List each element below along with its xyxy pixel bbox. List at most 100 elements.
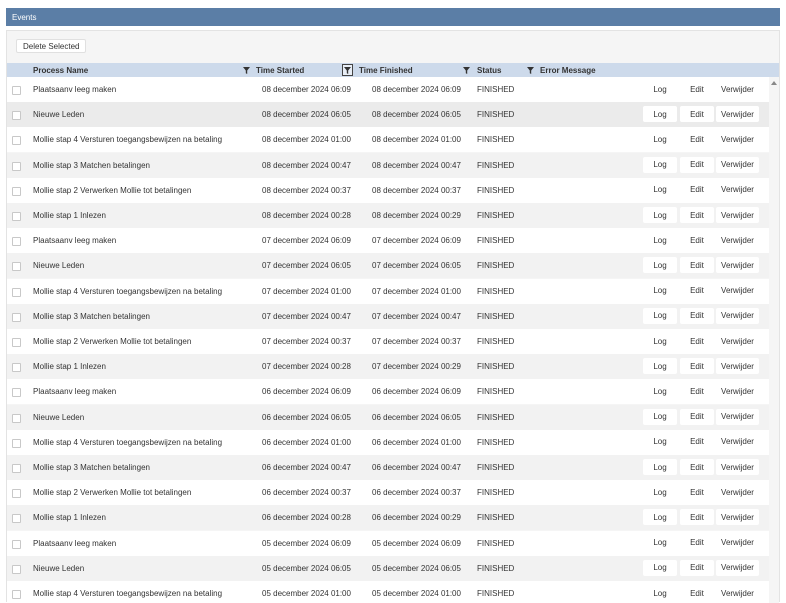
edit-button[interactable]: Edit — [680, 181, 714, 198]
delete-button[interactable]: Verwijder — [716, 106, 759, 123]
edit-button[interactable]: Edit — [680, 307, 714, 324]
delete-button[interactable]: Verwijder — [716, 257, 759, 274]
header-process-name[interactable]: Process Name — [33, 63, 88, 77]
table-row[interactable]: Mollie stap 4 Versturen toegangsbewijzen… — [7, 429, 769, 455]
row-checkbox[interactable] — [12, 212, 21, 221]
delete-button[interactable]: Verwijder — [716, 307, 759, 324]
filter-icon[interactable] — [525, 65, 535, 75]
row-checkbox[interactable] — [12, 136, 21, 146]
log-button[interactable]: Log — [643, 484, 677, 501]
log-button[interactable]: Log — [643, 585, 677, 601]
edit-button[interactable]: Edit — [680, 257, 714, 274]
edit-button[interactable]: Edit — [680, 509, 714, 526]
table-row[interactable]: Plaatsaanv leeg maken 07 december 2024 06… — [7, 228, 769, 254]
delete-button[interactable]: Verwijder — [716, 181, 759, 198]
log-button[interactable]: Log — [643, 131, 677, 148]
edit-button[interactable]: Edit — [680, 408, 714, 425]
log-button[interactable]: Log — [643, 358, 677, 375]
filter-icon-active[interactable] — [342, 64, 353, 76]
vertical-scrollbar[interactable] — [769, 77, 779, 603]
edit-button[interactable]: Edit — [680, 484, 714, 501]
row-checkbox[interactable] — [12, 464, 21, 473]
table-row[interactable]: Plaatsaanv leeg maken 05 december 2024 06… — [7, 530, 769, 556]
table-row[interactable]: Mollie stap 2 Verwerken Mollie tot betal… — [7, 177, 769, 203]
table-row[interactable]: Plaatsaanv leeg maken 06 december 2024 06… — [7, 379, 769, 405]
row-checkbox[interactable] — [12, 489, 21, 499]
log-button[interactable]: Log — [643, 106, 677, 123]
row-checkbox[interactable] — [12, 438, 21, 448]
table-row[interactable]: Mollie stap 4 Versturen toegangsbewijzen… — [7, 278, 769, 304]
log-button[interactable]: Log — [643, 282, 677, 299]
delete-button[interactable]: Verwijder — [716, 459, 759, 475]
row-checkbox[interactable] — [12, 514, 21, 524]
row-checkbox[interactable] — [12, 413, 21, 423]
header-error-message[interactable]: Error Message — [540, 63, 596, 77]
log-button[interactable]: Log — [643, 408, 677, 425]
row-checkbox[interactable] — [12, 363, 21, 373]
table-row[interactable]: Mollie stap 4 Versturen toegangsbewijzen… — [7, 127, 769, 153]
delete-button[interactable]: Verwijder — [716, 433, 759, 450]
table-row[interactable]: Mollie stap 2 Verwerken Mollie tot betal… — [7, 480, 769, 506]
delete-button[interactable]: Verwijder — [716, 509, 759, 526]
log-button[interactable]: Log — [643, 459, 677, 475]
log-button[interactable]: Log — [643, 81, 677, 97]
delete-button[interactable]: Verwijder — [716, 484, 759, 501]
delete-button[interactable]: Verwijder — [716, 156, 759, 173]
delete-button[interactable]: Verwijder — [716, 131, 759, 148]
table-row[interactable]: Nieuwe Leden 06 december 2024 06:05 06 dec… — [7, 404, 769, 430]
table-row[interactable]: Mollie stap 4 Versturen toegangsbewijzen… — [7, 581, 769, 603]
edit-button[interactable]: Edit — [680, 81, 714, 97]
row-checkbox[interactable] — [12, 186, 21, 196]
edit-button[interactable]: Edit — [680, 383, 714, 400]
row-checkbox[interactable] — [12, 590, 21, 599]
edit-button[interactable]: Edit — [680, 207, 714, 223]
log-button[interactable]: Log — [643, 181, 677, 198]
delete-button[interactable]: Verwijder — [716, 358, 759, 375]
edit-button[interactable]: Edit — [680, 131, 714, 148]
delete-selected-button[interactable]: Delete Selected — [16, 39, 87, 53]
edit-button[interactable]: Edit — [680, 433, 714, 450]
edit-button[interactable]: Edit — [680, 106, 714, 123]
log-button[interactable]: Log — [643, 207, 677, 223]
log-button[interactable]: Log — [643, 559, 677, 576]
log-button[interactable]: Log — [643, 156, 677, 173]
table-row[interactable]: Mollie stap 1 Inlezen 06 december 2024 00… — [7, 505, 769, 531]
table-row[interactable]: Mollie stap 1 Inlezen 08 december 2024 00… — [7, 203, 769, 228]
table-row[interactable]: Mollie stap 3 Matchen betalingen 06 decem… — [7, 455, 769, 480]
edit-button[interactable]: Edit — [680, 232, 714, 249]
row-checkbox[interactable] — [12, 388, 21, 398]
delete-button[interactable]: Verwijder — [716, 383, 759, 400]
log-button[interactable]: Log — [643, 257, 677, 274]
row-checkbox[interactable] — [12, 564, 21, 574]
table-row[interactable]: Mollie stap 3 Matchen betalingen 08 decem… — [7, 152, 769, 178]
row-checkbox[interactable] — [12, 161, 21, 171]
table-row[interactable]: Mollie stap 1 Inlezen 07 december 2024 00… — [7, 354, 769, 380]
log-button[interactable]: Log — [643, 333, 677, 349]
table-row[interactable]: Mollie stap 3 Matchen betalingen 07 decem… — [7, 303, 769, 329]
row-checkbox[interactable] — [12, 312, 21, 322]
row-checkbox[interactable] — [12, 287, 21, 297]
row-checkbox[interactable] — [12, 86, 21, 95]
delete-button[interactable]: Verwijder — [716, 282, 759, 299]
edit-button[interactable]: Edit — [680, 333, 714, 349]
edit-button[interactable]: Edit — [680, 585, 714, 601]
header-status[interactable]: Status — [477, 63, 501, 77]
row-checkbox[interactable] — [12, 338, 21, 347]
log-button[interactable]: Log — [643, 307, 677, 324]
log-button[interactable]: Log — [643, 433, 677, 450]
table-row[interactable]: Plaatsaanv leeg maken 08 december 2024 06… — [7, 77, 769, 102]
edit-button[interactable]: Edit — [680, 559, 714, 576]
table-row[interactable]: Nieuwe Leden 05 december 2024 06:05 05 dec… — [7, 555, 769, 581]
edit-button[interactable]: Edit — [680, 156, 714, 173]
row-checkbox[interactable] — [12, 237, 21, 247]
edit-button[interactable]: Edit — [680, 358, 714, 375]
table-row[interactable]: Nieuwe Leden 08 december 2024 06:05 08 dec… — [7, 102, 769, 128]
row-checkbox[interactable] — [12, 262, 21, 272]
edit-button[interactable]: Edit — [680, 459, 714, 475]
header-time-finished[interactable]: Time Finished — [359, 63, 413, 77]
delete-button[interactable]: Verwijder — [716, 333, 759, 349]
filter-icon[interactable] — [461, 65, 471, 75]
edit-button[interactable]: Edit — [680, 282, 714, 299]
delete-button[interactable]: Verwijder — [716, 408, 759, 425]
scroll-up-arrow-icon[interactable] — [771, 81, 777, 85]
